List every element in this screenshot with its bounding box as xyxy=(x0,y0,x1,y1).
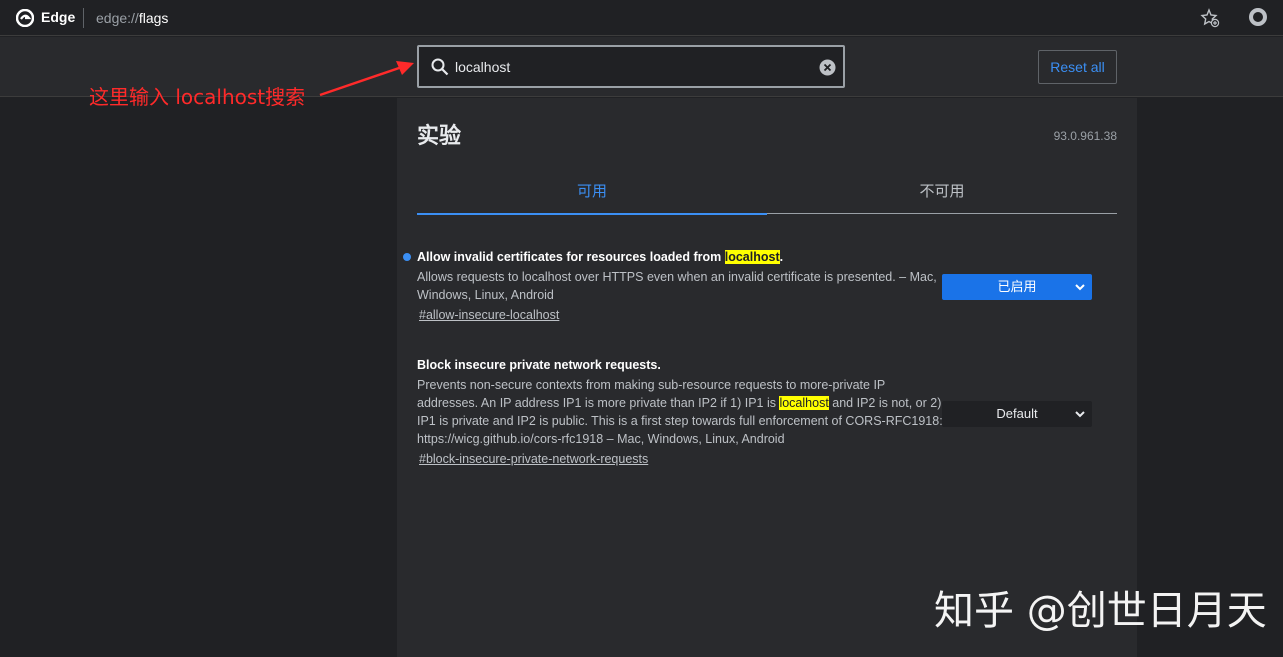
flag-title: Allow invalid certificates for resources… xyxy=(417,248,1117,266)
profile-icon[interactable] xyxy=(1249,8,1267,26)
search-highlight: localhost xyxy=(779,396,829,410)
flag-title: Block insecure private network requests. xyxy=(417,358,661,372)
flag-state-value: Default xyxy=(996,406,1038,421)
reset-all-button[interactable]: Reset all xyxy=(1038,50,1117,84)
tab-available[interactable]: 可用 xyxy=(417,180,767,201)
divider xyxy=(83,8,84,28)
flags-panel: 实验 93.0.961.38 可用 不可用 Allow invalid cert… xyxy=(397,98,1137,657)
chevron-down-icon xyxy=(1075,411,1085,418)
address-bar[interactable]: edge://flags xyxy=(96,10,168,26)
favorite-star-icon[interactable] xyxy=(1200,8,1220,28)
url-scheme: edge:// xyxy=(96,10,139,26)
app-name: Edge xyxy=(41,9,76,25)
title-bar: Edge edge://flags xyxy=(0,0,1283,36)
flag-description: Prevents non-secure contexts from making… xyxy=(417,376,947,448)
flag-anchor-link[interactable]: #allow-insecure-localhost xyxy=(419,306,559,324)
search-highlight: localhost xyxy=(724,250,780,264)
flag-title-text: Allow invalid certificates for resources… xyxy=(417,250,725,264)
watermark: 知乎 @创世日月天 xyxy=(934,588,1267,634)
chevron-down-icon xyxy=(1075,284,1085,291)
version-label: 93.0.961.38 xyxy=(1053,129,1117,143)
flag-anchor-link[interactable]: #block-insecure-private-network-requests xyxy=(419,450,648,468)
url-host: flags xyxy=(138,10,169,26)
search-input[interactable] xyxy=(455,56,815,78)
page-title: 实验 xyxy=(417,124,462,149)
search-icon xyxy=(431,58,449,76)
flag-state-value: 已启用 xyxy=(997,279,1037,294)
flag-state-select[interactable]: 已启用 xyxy=(942,274,1092,300)
annotation-label: 这里输入 localhost搜索 xyxy=(89,85,306,109)
flag-title-suffix: . xyxy=(779,250,784,264)
edge-logo-icon xyxy=(16,9,34,27)
search-box[interactable] xyxy=(417,45,845,88)
flag-description: Allows requests to localhost over HTTPS … xyxy=(417,270,937,302)
flag-state-select[interactable]: Default xyxy=(942,401,1092,427)
tab-unavailable[interactable]: 不可用 xyxy=(767,180,1117,201)
active-tab-indicator xyxy=(417,213,767,215)
clear-search-icon[interactable] xyxy=(819,59,836,76)
annotation-arrow-icon xyxy=(319,61,414,97)
tab-bar: 可用 不可用 xyxy=(417,170,1117,215)
modified-dot-icon xyxy=(403,253,411,261)
